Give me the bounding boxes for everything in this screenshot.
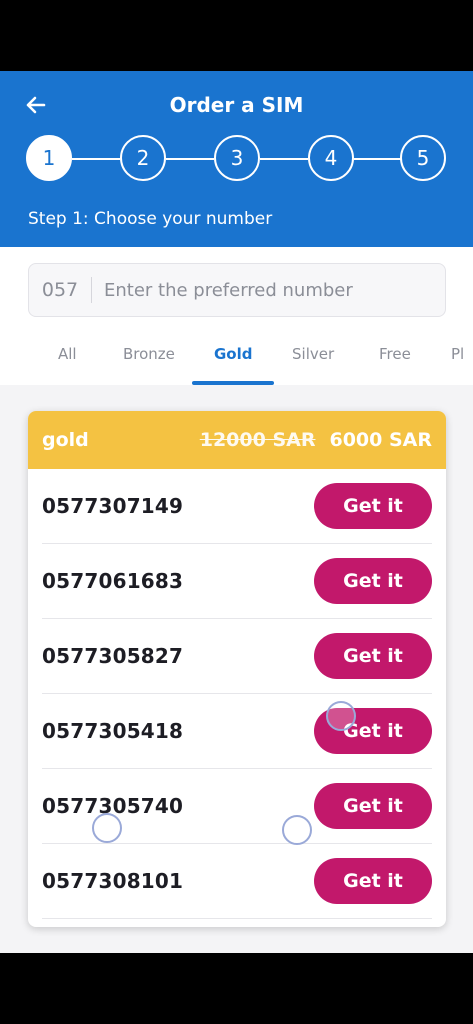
touch-indicator [92,813,122,843]
price-group: 12000 SAR 6000 SAR [200,429,432,451]
new-price: 6000 SAR [329,429,432,451]
list-item: 0577305827 Get it [42,619,432,694]
phone-number: 0577061683 [42,569,184,593]
number-list: 0577307149 Get it 0577061683 Get it 0577… [28,469,446,919]
page-title: Order a SIM [169,93,304,117]
list-item: 0577308101 Get it [42,844,432,919]
step-connector [72,158,120,160]
stepper: 1 2 3 4 5 [26,135,446,183]
touch-indicator [326,701,356,731]
phone-number: 0577305827 [42,644,184,668]
active-tab-indicator [192,381,274,385]
tab-free[interactable]: Free [379,345,411,363]
step-connector [166,158,214,160]
number-search-section: 057 All Bronze Gold Silver Free Pl [0,247,473,385]
old-price: 12000 SAR [199,429,316,451]
card-header: gold 12000 SAR 6000 SAR [28,411,446,469]
get-it-button[interactable]: Get it [314,783,432,829]
step-connector [354,158,402,160]
get-it-button[interactable]: Get it [314,633,432,679]
tab-all[interactable]: All [58,345,77,363]
app-screen: Order a SIM 1 2 3 4 5 Step 1: Choose you… [0,71,473,953]
get-it-button[interactable]: Get it [314,558,432,604]
get-it-button[interactable]: Get it [314,483,432,529]
phone-number: 0577307149 [42,494,184,518]
step-1[interactable]: 1 [26,135,72,181]
tab-platinum[interactable]: Pl [451,345,464,363]
tab-gold[interactable]: Gold [214,345,253,363]
phone-number: 0577308101 [42,869,184,893]
phone-number: 0577305418 [42,719,184,743]
tier-label: gold [42,429,89,451]
tab-silver[interactable]: Silver [292,345,334,363]
header: Order a SIM 1 2 3 4 5 Step 1: Choose you… [0,71,473,247]
tab-bronze[interactable]: Bronze [123,345,175,363]
step-2[interactable]: 2 [120,135,166,181]
step-5[interactable]: 5 [400,135,446,181]
list-item: 0577305418 Get it [42,694,432,769]
gold-numbers-card: gold 12000 SAR 6000 SAR 0577307149 Get i… [28,411,446,927]
step-3[interactable]: 3 [214,135,260,181]
step-4[interactable]: 4 [308,135,354,181]
get-it-button[interactable]: Get it [314,858,432,904]
touch-indicator [282,815,312,845]
step-connector [260,158,308,160]
number-search-box: 057 [28,263,446,317]
list-item: 0577061683 Get it [42,544,432,619]
preferred-number-input[interactable] [92,264,445,316]
category-tabs: All Bronze Gold Silver Free Pl [0,341,473,385]
list-item: 0577307149 Get it [42,469,432,544]
number-prefix: 057 [41,279,79,301]
step-caption: Step 1: Choose your number [28,209,273,229]
